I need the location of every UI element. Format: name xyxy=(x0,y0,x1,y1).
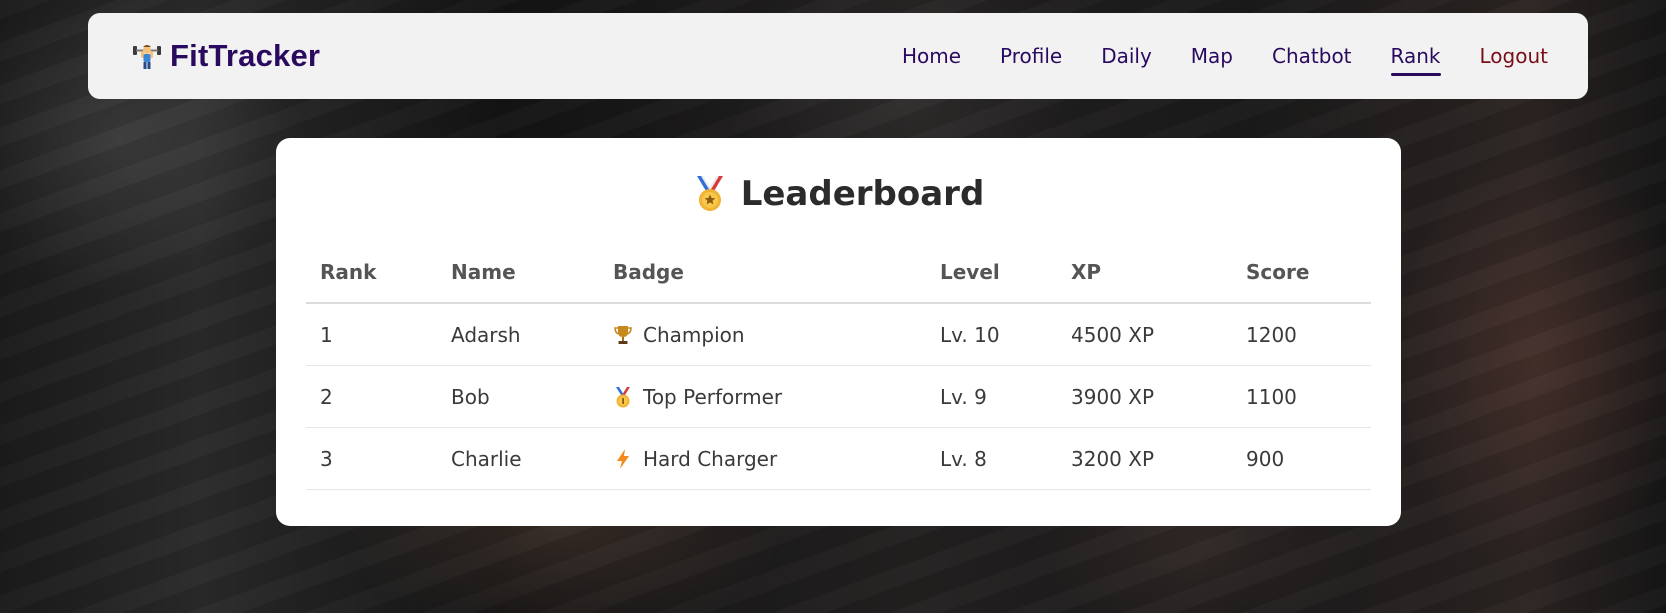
cell-badge: Hard Charger xyxy=(599,427,926,490)
column-header-score: Score xyxy=(1232,241,1371,304)
leaderboard-table: Rank Name Badge Level XP Score 1 Adarsh xyxy=(306,241,1371,490)
cell-name: Bob xyxy=(437,365,599,428)
trophy-icon xyxy=(613,324,633,346)
cell-badge: Champion xyxy=(599,303,926,366)
column-header-rank: Rank xyxy=(306,241,437,304)
brand[interactable]: FitTracker xyxy=(132,38,320,74)
table-row: 1 Adarsh Champion Lv. 10 4500 XP 1200 xyxy=(306,303,1371,366)
cell-xp: 4500 XP xyxy=(1057,303,1232,366)
navbar: FitTracker Home Profile Daily Map Chatbo… xyxy=(88,13,1588,99)
cell-level: Lv. 9 xyxy=(926,365,1057,428)
cell-score: 1100 xyxy=(1232,365,1371,428)
cell-name: Adarsh xyxy=(437,303,599,366)
cell-score: 1200 xyxy=(1232,303,1371,366)
nav-profile[interactable]: Profile xyxy=(1000,44,1062,74)
cell-name: Charlie xyxy=(437,427,599,490)
table-header-row: Rank Name Badge Level XP Score xyxy=(306,241,1371,304)
brand-name: FitTracker xyxy=(170,38,321,73)
badge-label: Champion xyxy=(643,322,745,347)
column-header-level: Level xyxy=(926,241,1057,304)
nav-logout[interactable]: Logout xyxy=(1480,44,1548,74)
nav-chatbot[interactable]: Chatbot xyxy=(1272,44,1352,74)
nav-daily[interactable]: Daily xyxy=(1101,44,1152,74)
cell-rank: 1 xyxy=(306,303,437,366)
badge-label: Hard Charger xyxy=(643,446,778,471)
table-row: 3 Charlie Hard Charger Lv. 8 3200 XP 900 xyxy=(306,427,1371,490)
badge-label: Top Performer xyxy=(643,384,783,409)
first-place-medal-icon xyxy=(613,386,633,408)
cell-xp: 3900 XP xyxy=(1057,365,1232,428)
leaderboard-heading: Leaderboard xyxy=(306,172,1371,216)
lightning-icon xyxy=(613,448,633,470)
medal-icon xyxy=(693,175,727,213)
cell-level: Lv. 10 xyxy=(926,303,1057,366)
table-row: 2 Bob Top Performer Lv. 9 3900 XP 1100 xyxy=(306,365,1371,428)
weightlifter-icon xyxy=(132,41,162,71)
cell-level: Lv. 8 xyxy=(926,427,1057,490)
cell-xp: 3200 XP xyxy=(1057,427,1232,490)
nav-rank[interactable]: Rank xyxy=(1390,44,1441,76)
cell-score: 900 xyxy=(1232,427,1371,490)
leaderboard-title: Leaderboard xyxy=(740,174,985,214)
nav-menu: Home Profile Daily Map Chatbot Rank Logo… xyxy=(902,41,1548,76)
leaderboard-card: Leaderboard Rank Name Badge Level XP Sco… xyxy=(276,138,1401,526)
cell-rank: 3 xyxy=(306,427,437,490)
column-header-name: Name xyxy=(437,241,599,304)
nav-home[interactable]: Home xyxy=(902,44,961,74)
nav-map[interactable]: Map xyxy=(1191,44,1233,74)
cell-badge: Top Performer xyxy=(599,365,926,428)
column-header-badge: Badge xyxy=(599,241,926,304)
cell-rank: 2 xyxy=(306,365,437,428)
column-header-xp: XP xyxy=(1057,241,1232,304)
